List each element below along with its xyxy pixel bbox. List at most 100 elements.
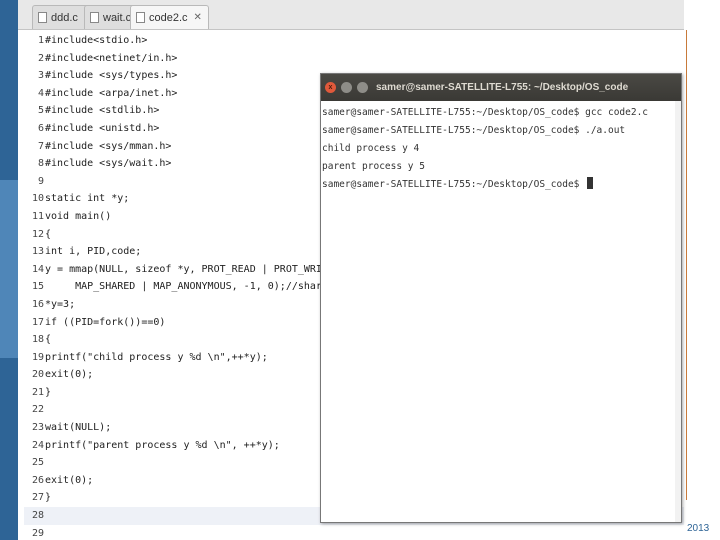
line-number: 13 bbox=[31, 246, 44, 258]
close-icon[interactable]: ✕ bbox=[194, 12, 202, 23]
code-line: 20exit(0); bbox=[24, 366, 324, 384]
code-text: exit(0); bbox=[45, 474, 94, 486]
code-line: 23wait(NULL); bbox=[24, 419, 324, 437]
code-line: 24printf("parent process y %d \n", ++*y)… bbox=[24, 437, 324, 455]
code-line: 3#include <sys/types.h> bbox=[24, 67, 324, 85]
terminal-window[interactable]: x samer@samer-SATELLITE-L755: ~/Desktop/… bbox=[320, 73, 682, 523]
terminal-prompt-line: samer@samer-SATELLITE-L755:~/Desktop/OS_… bbox=[322, 176, 681, 194]
line-number: 18 bbox=[31, 334, 44, 346]
terminal-scrollbar[interactable] bbox=[675, 101, 681, 522]
line-number: 5 bbox=[37, 105, 44, 117]
line-number: 15 bbox=[31, 281, 44, 293]
code-line: 22 bbox=[24, 401, 324, 419]
file-icon bbox=[136, 12, 145, 23]
code-line: 15 MAP_SHARED | MAP_ANONYMOUS, -1, 0);//… bbox=[24, 278, 370, 296]
code-line: 14y = mmap(NULL, sizeof *y, PROT_READ | … bbox=[24, 261, 340, 279]
code-text: static int *y; bbox=[45, 193, 130, 205]
code-text: #include<netinet/in.h> bbox=[45, 52, 178, 64]
window-minimize-button[interactable] bbox=[341, 82, 352, 93]
slide-right-strip bbox=[684, 0, 720, 540]
code-line: 11void main() bbox=[24, 208, 324, 226]
line-number: 14 bbox=[31, 263, 44, 275]
line-number: 29 bbox=[31, 527, 44, 539]
code-text: *y=3; bbox=[45, 298, 76, 310]
code-line: 5#include <stdlib.h> bbox=[24, 102, 324, 120]
code-text: if ((PID=fork())==0) bbox=[45, 316, 166, 328]
tab-label: ddd.c bbox=[51, 11, 78, 24]
line-number: 2 bbox=[37, 52, 44, 64]
code-line: 16*y=3; bbox=[24, 296, 324, 314]
line-number: 11 bbox=[31, 210, 44, 222]
terminal-line: parent process y 5 bbox=[322, 161, 425, 172]
line-number: 16 bbox=[31, 298, 44, 310]
slide-divider-line bbox=[686, 30, 687, 500]
window-maximize-button[interactable] bbox=[357, 82, 368, 93]
code-text: { bbox=[45, 334, 52, 346]
code-text: #include<stdio.h> bbox=[45, 35, 148, 46]
code-text: void main() bbox=[45, 210, 112, 222]
line-number: 4 bbox=[37, 87, 44, 99]
code-line: 8#include <sys/wait.h> bbox=[24, 155, 324, 173]
code-line: 29 bbox=[24, 525, 324, 540]
code-text: printf("parent process y %d \n", ++*y); bbox=[45, 439, 280, 451]
line-number: 3 bbox=[37, 70, 44, 82]
code-text: #include <stdlib.h> bbox=[45, 105, 160, 117]
line-number: 23 bbox=[31, 422, 44, 434]
code-line: 1#include<stdio.h> bbox=[24, 32, 324, 50]
code-text: { bbox=[45, 228, 52, 240]
terminal-line: child process y 4 bbox=[322, 143, 420, 154]
terminal-output[interactable]: samer@samer-SATELLITE-L755:~/Desktop/OS_… bbox=[321, 101, 681, 522]
line-number: 25 bbox=[31, 457, 44, 469]
code-text: #include <unistd.h> bbox=[45, 122, 160, 134]
slide-footer-year: 2013 bbox=[687, 523, 710, 534]
line-number: 6 bbox=[37, 122, 44, 134]
line-number: 21 bbox=[31, 386, 44, 398]
editor-tab-bar: ddd.c ✕ wait.c ✕ code2.c ✕ bbox=[18, 0, 684, 30]
code-line: 7#include <sys/mman.h> bbox=[24, 138, 324, 156]
line-number: 24 bbox=[31, 439, 44, 451]
line-number: 19 bbox=[31, 351, 44, 363]
line-number: 12 bbox=[31, 228, 44, 240]
line-number: 17 bbox=[31, 316, 44, 328]
code-text: exit(0); bbox=[45, 369, 94, 381]
line-number: 1 bbox=[37, 35, 44, 46]
window-close-button[interactable]: x bbox=[325, 82, 336, 93]
code-text: wait(NULL); bbox=[45, 422, 112, 434]
code-line: 2#include<netinet/in.h> bbox=[24, 50, 324, 68]
terminal-line: samer@samer-SATELLITE-L755:~/Desktop/OS_… bbox=[322, 107, 649, 118]
line-number: 8 bbox=[37, 158, 44, 170]
code-line: 17if ((PID=fork())==0) bbox=[24, 314, 324, 332]
terminal-cursor bbox=[587, 177, 594, 189]
line-number: 9 bbox=[37, 175, 44, 187]
file-icon bbox=[38, 12, 47, 23]
code-line: 18{ bbox=[24, 331, 324, 349]
terminal-prompt: samer@samer-SATELLITE-L755:~/Desktop/OS_… bbox=[322, 179, 586, 190]
code-text: int i, PID,code; bbox=[45, 246, 142, 258]
line-number: 20 bbox=[31, 369, 44, 381]
tab-label: code2.c bbox=[149, 11, 188, 24]
code-line: 6#include <unistd.h> bbox=[24, 120, 324, 138]
tab-label: wait.c bbox=[103, 11, 132, 24]
terminal-line: samer@samer-SATELLITE-L755:~/Desktop/OS_… bbox=[322, 125, 626, 136]
line-number: 7 bbox=[37, 140, 44, 152]
code-text: printf("child process y %d \n",++*y); bbox=[45, 351, 268, 363]
line-number: 27 bbox=[31, 492, 44, 504]
code-line: 9 bbox=[24, 173, 324, 191]
code-line: 12{ bbox=[24, 226, 324, 244]
line-number: 26 bbox=[31, 474, 44, 486]
code-text: #include <arpa/inet.h> bbox=[45, 87, 178, 99]
code-text: } bbox=[45, 492, 52, 504]
file-icon bbox=[90, 12, 99, 23]
code-text: #include <sys/wait.h> bbox=[45, 158, 172, 170]
code-area[interactable]: 1#include<stdio.h> 2#include<netinet/in.h… bbox=[24, 32, 684, 540]
code-line: 27} bbox=[24, 489, 324, 507]
code-text: y = mmap(NULL, sizeof *y, PROT_READ | PR… bbox=[45, 263, 341, 275]
code-text: #include <sys/types.h> bbox=[45, 70, 178, 82]
code-line: 21} bbox=[24, 384, 324, 402]
code-line: 19printf("child process y %d \n",++*y); bbox=[24, 349, 324, 367]
line-number: 10 bbox=[31, 193, 44, 205]
tab-code2-c[interactable]: code2.c ✕ bbox=[130, 5, 209, 29]
line-number: 28 bbox=[31, 510, 44, 522]
terminal-titlebar[interactable]: x samer@samer-SATELLITE-L755: ~/Desktop/… bbox=[321, 74, 681, 101]
slide-left-bar-accent bbox=[0, 180, 18, 358]
